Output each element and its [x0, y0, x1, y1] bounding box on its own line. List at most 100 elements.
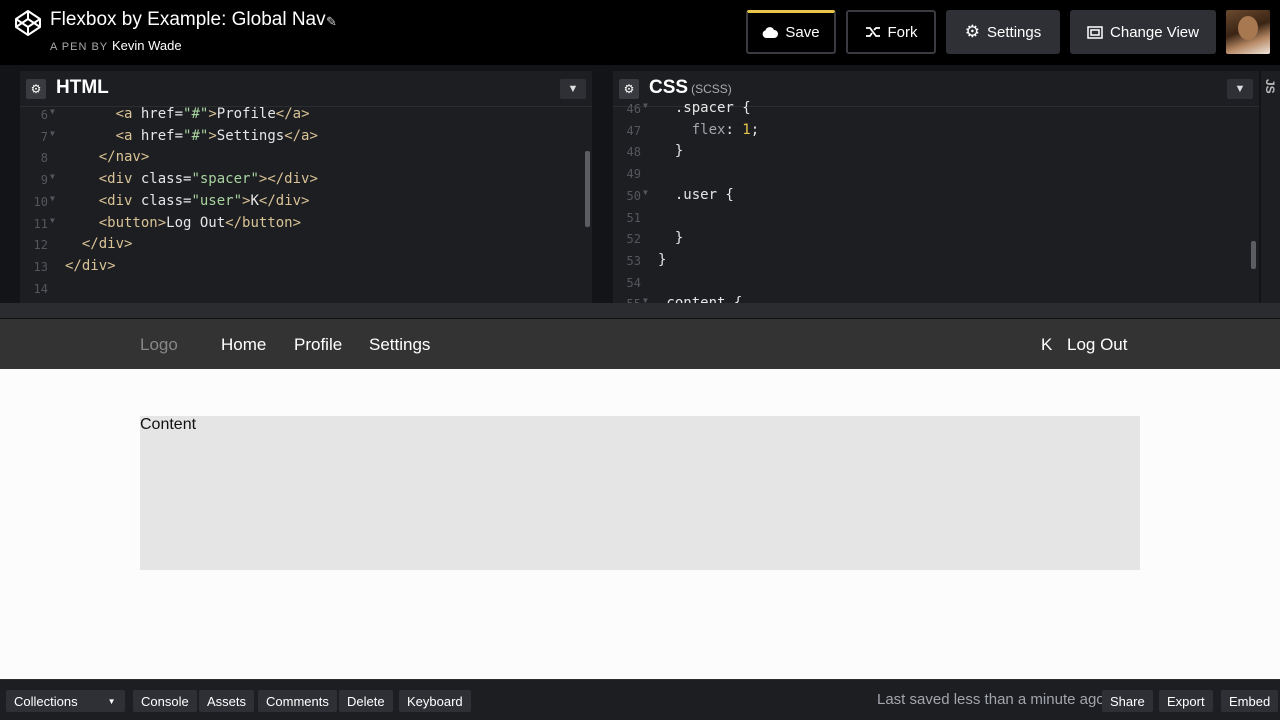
caret-down-icon: ▼ [107, 696, 116, 706]
html-code-line[interactable]: 10 ▼ <div class="user">K</div> [20, 192, 592, 214]
code-token: href= [140, 106, 184, 122]
code-token: flex [691, 121, 726, 138]
html-line-number: 14 [33, 281, 48, 296]
fold-arrow-icon[interactable]: ▼ [50, 172, 55, 181]
js-editor-collapsed-tab[interactable]: JS [1261, 71, 1280, 303]
comments-button[interactable]: Comments [258, 690, 337, 712]
preview-link-home[interactable]: Home [221, 335, 266, 355]
html-code-line[interactable]: 9 ▼ <div class="spacer"></div> [20, 170, 592, 192]
edit-title-pencil-icon[interactable]: ✎ [326, 14, 337, 30]
html-code-text: <a href="#">Profile</a> [65, 106, 310, 122]
css-line-number: 47 [626, 123, 641, 138]
console-button[interactable]: Console [133, 690, 197, 712]
code-token: <a [115, 106, 141, 122]
collections-dropdown[interactable]: Collections ▼ [6, 690, 125, 712]
author-link[interactable]: Kevin Wade [112, 38, 182, 53]
css-line-number: 50 [626, 188, 641, 203]
html-code-line[interactable]: 8 </nav> [20, 148, 592, 170]
html-code-text: </div> [65, 236, 133, 252]
preview-link-profile[interactable]: Profile [294, 335, 342, 355]
html-editor[interactable]: ⚙ HTML ▼ 6 ▼ <a href="#">Profile</a> 7 ▼ <a… [20, 71, 592, 303]
css-editor[interactable]: ⚙ CSS (SCSS) ▼ 46 ▼ .spacer {47 flex: 1; 48… [613, 71, 1259, 303]
settings-button[interactable]: ⚙ Settings [946, 10, 1060, 54]
settings-label: Settings [987, 23, 1042, 41]
html-code-line[interactable]: 14 [20, 279, 592, 301]
export-button[interactable]: Export [1159, 690, 1213, 712]
byline-prefix: A PEN BY [50, 41, 108, 53]
css-code-area[interactable]: 46 ▼ .spacer {47 flex: 1; 48 } 49 50 ▼ .user … [613, 100, 1259, 303]
html-code-text: <button>Log Out</button> [65, 215, 301, 231]
css-scrollbar[interactable] [1251, 241, 1256, 269]
fold-arrow-icon[interactable]: ▼ [50, 216, 55, 225]
fork-button[interactable]: Fork [846, 10, 936, 54]
css-collapse-chevron-down-icon[interactable]: ▼ [1227, 79, 1253, 99]
code-token: </nav> [98, 149, 150, 166]
html-code-line[interactable]: 12 </div> [20, 235, 592, 257]
css-code-line[interactable]: 54 [613, 273, 1259, 295]
fold-arrow-icon[interactable]: ▼ [643, 188, 648, 197]
fold-arrow-icon[interactable]: ▼ [643, 296, 648, 303]
code-token: > [208, 106, 217, 122]
code-token: : [725, 121, 743, 138]
css-line-number: 51 [626, 210, 641, 225]
html-code-area[interactable]: 6 ▼ <a href="#">Profile</a> 7 ▼ <a href="#"… [20, 105, 592, 303]
codepen-logo-icon[interactable] [14, 9, 42, 37]
share-button[interactable]: Share [1102, 690, 1153, 712]
html-collapse-chevron-down-icon[interactable]: ▼ [560, 79, 586, 99]
embed-button[interactable]: Embed [1221, 690, 1279, 712]
html-line-number: 7 [40, 129, 48, 144]
css-code-line[interactable]: 46 ▼ .spacer { [613, 99, 1259, 121]
css-code-line[interactable]: 55▼.content { [613, 294, 1259, 303]
code-token: > [208, 127, 217, 144]
code-token: <button> [98, 214, 167, 231]
html-code-line[interactable]: 6 ▼ <a href="#">Profile</a> [20, 105, 592, 127]
css-code-line[interactable]: 51 [613, 208, 1259, 230]
html-code-line[interactable]: 7 ▼ <a href="#">Settings</a> [20, 127, 592, 149]
code-token: "user" [191, 192, 243, 209]
css-code-text: flex: 1; [658, 122, 759, 138]
fold-arrow-icon[interactable]: ▼ [50, 129, 55, 138]
fold-arrow-icon[interactable]: ▼ [643, 101, 648, 110]
css-code-text: } [658, 143, 683, 159]
css-line-number: 52 [626, 232, 641, 247]
html-code-line[interactable]: 13 </div> [20, 257, 592, 279]
pen-title[interactable]: Flexbox by Example: Global Nav [50, 9, 326, 31]
css-code-line[interactable]: 47 flex: 1; [613, 121, 1259, 143]
code-token: <div [98, 171, 141, 188]
save-button[interactable]: Save [746, 10, 836, 54]
keyboard-button[interactable]: Keyboard [399, 690, 471, 712]
css-preprocessor-label: (SCSS) [691, 82, 732, 96]
code-token: } [658, 251, 667, 268]
preview-pane: Logo Home Profile Settings K Log Out Con… [0, 319, 1280, 679]
code-token: </div> [258, 192, 310, 209]
html-scrollbar[interactable] [585, 151, 590, 227]
html-code-line[interactable]: 11 ▼ <button>Log Out</button> [20, 214, 592, 236]
css-code-text: } [658, 230, 683, 246]
delete-button[interactable]: Delete [339, 690, 393, 712]
css-code-line[interactable]: 50 ▼ .user { [613, 186, 1259, 208]
code-token: ; [750, 121, 760, 138]
html-line-number: 9 [40, 173, 48, 188]
preview-link-settings[interactable]: Settings [369, 335, 430, 355]
css-code-line[interactable]: 49 [613, 164, 1259, 186]
css-code-line[interactable]: 48 } [613, 142, 1259, 164]
editor-resize-handle[interactable] [0, 303, 1280, 319]
window-icon [1087, 25, 1103, 39]
user-avatar[interactable] [1226, 10, 1270, 54]
assets-button[interactable]: Assets [199, 690, 255, 712]
html-line-number: 12 [33, 238, 48, 253]
fold-arrow-icon[interactable]: ▼ [50, 107, 55, 116]
css-code-line[interactable]: 53} [613, 251, 1259, 273]
code-token: K [250, 192, 259, 209]
js-tab-label: JS [1263, 79, 1277, 94]
fold-arrow-icon[interactable]: ▼ [50, 194, 55, 203]
html-settings-gear-icon[interactable]: ⚙ [26, 79, 46, 99]
code-token: .content { [658, 295, 742, 303]
code-token: .user { [674, 186, 734, 203]
preview-logout-button[interactable]: Log Out [1067, 335, 1128, 355]
css-settings-gear-icon[interactable]: ⚙ [619, 79, 639, 99]
fork-label: Fork [887, 23, 918, 41]
css-code-line[interactable]: 52 } [613, 229, 1259, 251]
css-code-text: .spacer { [658, 100, 751, 116]
change-view-button[interactable]: Change View [1070, 10, 1216, 54]
